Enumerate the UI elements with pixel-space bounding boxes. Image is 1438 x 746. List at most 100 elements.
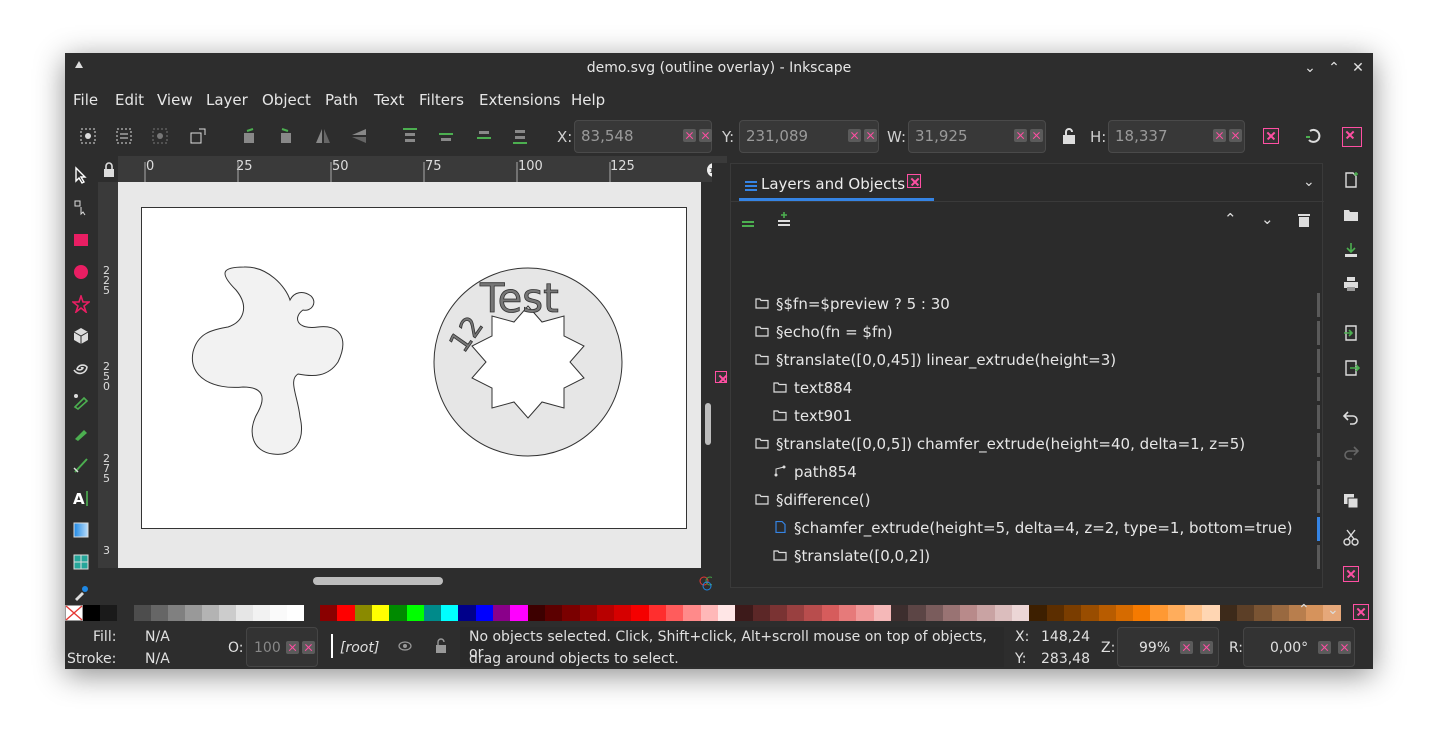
- palette-swatch[interactable]: [1012, 605, 1030, 621]
- rotation-increment-icon[interactable]: [1338, 641, 1351, 654]
- swatch-gray-4[interactable]: [168, 605, 185, 621]
- cut-icon[interactable]: [1342, 528, 1360, 546]
- palette-swatch[interactable]: [406, 605, 425, 621]
- y-increment-icon[interactable]: [864, 129, 877, 142]
- zoom-decrement-icon[interactable]: [1180, 641, 1193, 654]
- lower-to-bottom-icon[interactable]: [509, 125, 531, 147]
- move-up-icon[interactable]: ⌃: [1224, 210, 1237, 228]
- dock-separator[interactable]: [712, 163, 730, 593]
- save-icon[interactable]: [1342, 241, 1360, 259]
- palette-swatch[interactable]: [389, 605, 408, 621]
- palette-swatch[interactable]: [458, 605, 477, 621]
- palette-swatch[interactable]: [1236, 605, 1255, 621]
- deselect-icon[interactable]: [149, 125, 171, 147]
- palette-up-icon[interactable]: ⌃: [1298, 602, 1310, 618]
- palette-swatch[interactable]: [1150, 605, 1169, 621]
- no-paint-swatch-icon[interactable]: [65, 605, 83, 621]
- palette-swatch[interactable]: [942, 605, 961, 621]
- touch-select-icon[interactable]: [187, 125, 209, 147]
- palette-swatch[interactable]: [1202, 605, 1221, 621]
- zoom-field[interactable]: 99%: [1117, 627, 1219, 667]
- 3d-box-tool-icon[interactable]: [72, 327, 90, 345]
- open-icon[interactable]: [1342, 206, 1360, 224]
- palette-swatch[interactable]: [700, 605, 719, 621]
- palette-swatch[interactable]: [839, 605, 857, 621]
- ellipse-tool-icon[interactable]: [72, 263, 90, 281]
- opacity-increment-icon[interactable]: [302, 641, 315, 654]
- palette-swatch[interactable]: [423, 605, 442, 621]
- palette-swatch[interactable]: [994, 605, 1013, 621]
- text-tool-icon[interactable]: A: [72, 489, 90, 507]
- palette-swatch[interactable]: [1029, 605, 1048, 621]
- palette-swatch[interactable]: [337, 605, 356, 621]
- mesh-tool-icon[interactable]: [72, 553, 90, 571]
- palette-swatch[interactable]: [1167, 605, 1186, 621]
- panel-menu-chevron-icon[interactable]: ⌄: [1303, 174, 1315, 190]
- swatch-black[interactable]: [83, 605, 100, 621]
- palette-swatch[interactable]: [769, 605, 788, 621]
- swatch-gray-5[interactable]: [185, 605, 202, 621]
- selector-tool-icon[interactable]: [72, 166, 90, 184]
- w-increment-icon[interactable]: [1030, 129, 1043, 142]
- export-icon[interactable]: [1342, 359, 1360, 377]
- y-decrement-icon[interactable]: [848, 129, 861, 142]
- calligraphy-tool-icon[interactable]: [72, 456, 90, 474]
- palette-swatch[interactable]: [493, 605, 511, 621]
- drawing-canvas[interactable]: Test 12: [118, 182, 701, 568]
- palette-swatch[interactable]: [752, 605, 771, 621]
- lower-icon[interactable]: [473, 125, 495, 147]
- new-document-icon[interactable]: [1342, 171, 1360, 189]
- transform-toggle-icon[interactable]: [1303, 125, 1325, 147]
- menu-file[interactable]: File: [73, 91, 98, 109]
- palette-swatch[interactable]: [787, 605, 806, 621]
- palette-swatch[interactable]: [1185, 605, 1203, 621]
- rectangle-tool-icon[interactable]: [72, 231, 90, 249]
- stroke-value[interactable]: N/A: [145, 651, 170, 667]
- select-all-layers-icon[interactable]: [113, 125, 135, 147]
- palette-menu-icon[interactable]: [1353, 604, 1369, 620]
- horizontal-scrollbar[interactable]: [313, 577, 443, 585]
- palette-swatch[interactable]: [1046, 605, 1065, 621]
- palette-swatch[interactable]: [821, 605, 840, 621]
- import-icon[interactable]: [1342, 324, 1360, 342]
- palette-swatch[interactable]: [890, 605, 909, 621]
- swatch-gray-1[interactable]: [100, 605, 117, 621]
- move-down-icon[interactable]: ⌄: [1261, 210, 1274, 228]
- palette-swatch[interactable]: [614, 605, 633, 621]
- h-increment-icon[interactable]: [1229, 129, 1242, 142]
- palette-swatch[interactable]: [527, 605, 546, 621]
- dropper-tool-icon[interactable]: [72, 584, 90, 602]
- swatch-gray-9[interactable]: [253, 605, 270, 621]
- palette-swatch[interactable]: [1081, 605, 1100, 621]
- swatch-gray-3[interactable]: [151, 605, 168, 621]
- fill-value[interactable]: N/A: [145, 629, 170, 645]
- w-decrement-icon[interactable]: [1014, 129, 1027, 142]
- palette-swatch[interactable]: [441, 605, 460, 621]
- minimize-icon[interactable]: ⌄: [1301, 59, 1319, 77]
- swatch-gray-2[interactable]: [134, 605, 151, 621]
- gradient-tool-icon[interactable]: [72, 521, 90, 539]
- palette-swatch[interactable]: [873, 605, 892, 621]
- palette-swatch[interactable]: [1219, 605, 1238, 621]
- palette-swatch[interactable]: [804, 605, 823, 621]
- palette-swatch[interactable]: [596, 605, 615, 621]
- flip-horizontal-icon[interactable]: [312, 125, 334, 147]
- palette-swatch[interactable]: [562, 605, 581, 621]
- menu-extensions[interactable]: Extensions: [479, 91, 560, 109]
- menu-text[interactable]: Text: [374, 91, 404, 109]
- rotation-field[interactable]: 0,00°: [1243, 627, 1355, 667]
- palette-swatch[interactable]: [1133, 605, 1152, 621]
- visibility-icon[interactable]: [397, 639, 413, 653]
- rotate-cw-icon[interactable]: [274, 125, 296, 147]
- palette-swatch[interactable]: [354, 605, 373, 621]
- swatch-gray-6[interactable]: [202, 605, 219, 621]
- palette-swatch[interactable]: [735, 605, 754, 621]
- delete-icon[interactable]: [1296, 212, 1312, 228]
- commands-bar-toggle-icon[interactable]: [1342, 127, 1362, 147]
- opacity-decrement-icon[interactable]: [286, 641, 299, 654]
- units-icon[interactable]: [1263, 128, 1279, 144]
- select-all-icon[interactable]: [77, 125, 99, 147]
- zoom-increment-icon[interactable]: [1200, 641, 1213, 654]
- paste-icon[interactable]: [1343, 566, 1359, 582]
- swatch-white[interactable]: [287, 605, 304, 621]
